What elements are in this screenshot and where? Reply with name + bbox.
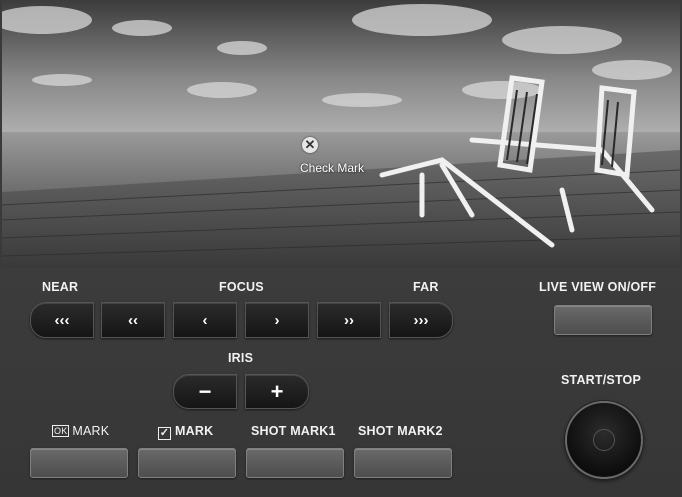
shot-mark2-button[interactable] bbox=[354, 448, 452, 478]
live-view-preview: ✕ Check Mark bbox=[2, 0, 680, 267]
checkbox-icon: ✓ bbox=[158, 427, 171, 440]
shot-mark2-label: SHOT MARK2 bbox=[358, 424, 443, 438]
close-circle-icon: ✕ bbox=[302, 137, 318, 153]
beach-deck-photo bbox=[2, 0, 680, 267]
focus-near-slow-button[interactable]: ‹ bbox=[173, 302, 237, 338]
live-view-toggle-button[interactable] bbox=[554, 305, 652, 335]
check-mark-button[interactable] bbox=[138, 448, 236, 478]
ok-mark-button[interactable] bbox=[30, 448, 128, 478]
check-mark-label: Check Mark bbox=[300, 161, 365, 175]
iris-plus-button[interactable]: + bbox=[245, 374, 309, 409]
check-mark-button-label: ✓ MARK bbox=[158, 424, 214, 440]
ok-mark-label: OK MARK bbox=[52, 424, 110, 438]
iris-label: IRIS bbox=[228, 351, 254, 365]
focus-far-medium-button[interactable]: ›› bbox=[317, 302, 381, 338]
focus-far-fast-button[interactable]: ››› bbox=[389, 302, 453, 338]
focus-near-medium-button[interactable]: ‹‹ bbox=[101, 302, 165, 338]
shot-mark1-label: SHOT MARK1 bbox=[251, 424, 336, 438]
focus-title-label: FOCUS bbox=[219, 280, 264, 294]
start-stop-label: START/STOP bbox=[561, 373, 642, 387]
live-view-label: LIVE VIEW ON/OFF bbox=[539, 280, 657, 294]
ok-icon: OK bbox=[52, 425, 70, 437]
record-icon bbox=[593, 429, 615, 451]
start-stop-button[interactable] bbox=[565, 401, 643, 479]
focus-near-label: NEAR bbox=[42, 280, 79, 294]
iris-minus-button[interactable]: − bbox=[173, 374, 237, 409]
control-panel: NEAR FOCUS FAR LIVE VIEW ON/OFF ‹‹‹ ‹‹ ‹… bbox=[0, 268, 682, 497]
shot-mark1-button[interactable] bbox=[246, 448, 344, 478]
focus-near-fast-button[interactable]: ‹‹‹ bbox=[30, 302, 94, 338]
focus-far-label: FAR bbox=[413, 280, 439, 294]
focus-far-slow-button[interactable]: › bbox=[245, 302, 309, 338]
